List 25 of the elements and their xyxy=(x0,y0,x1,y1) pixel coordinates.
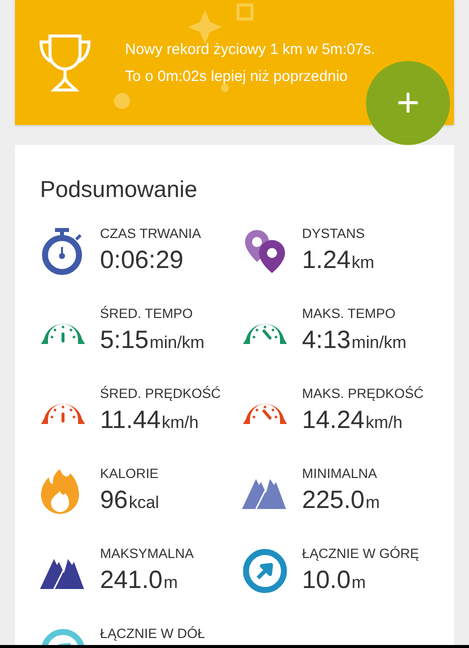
stat-label: ŚRED. PRĘDKOŚĆ xyxy=(100,385,221,403)
stat-label: CZAS TRWANIA xyxy=(100,225,202,243)
stat-label: DYSTANS xyxy=(302,225,366,243)
stat-value: 5:15min/km xyxy=(100,325,204,356)
record-message: Nowy rekord życiowy 1 km w 5m:07s. xyxy=(125,40,376,60)
stat-label: MAKS. TEMPO xyxy=(302,305,397,323)
record-message: To o 0m:02s lepiej niż poprzednio xyxy=(125,66,349,86)
stat-label: MAKSYMALNA xyxy=(100,545,194,563)
stat-value: 96kcal xyxy=(100,485,160,516)
stat-value: 10.0m xyxy=(302,565,367,596)
stat-label: ŁĄCZNIE W DÓŁ xyxy=(100,625,206,643)
stat-value: 225.0m xyxy=(302,485,380,516)
stat-label: MAKS. PRĘDKOŚĆ xyxy=(302,385,424,403)
stat-value: 241.0m xyxy=(100,565,179,596)
stat-value: 11.44km/h xyxy=(100,405,200,436)
stat-value: 1.24km xyxy=(302,245,374,276)
stat-value: 4:13min/km xyxy=(302,325,406,356)
card-title: Podsumowanie xyxy=(40,175,198,203)
stat-label: KALORIE xyxy=(100,465,160,483)
stat-value: 14.24km/h xyxy=(302,405,404,436)
stat-label: MINIMALNA xyxy=(302,465,378,483)
stat-label: ŚRED. TEMPO xyxy=(100,305,194,323)
stat-value: 0:06:29 xyxy=(100,245,184,276)
trophy-icon xyxy=(38,32,92,94)
stat-label: ŁĄCZNIE W GÓRĘ xyxy=(302,545,420,563)
